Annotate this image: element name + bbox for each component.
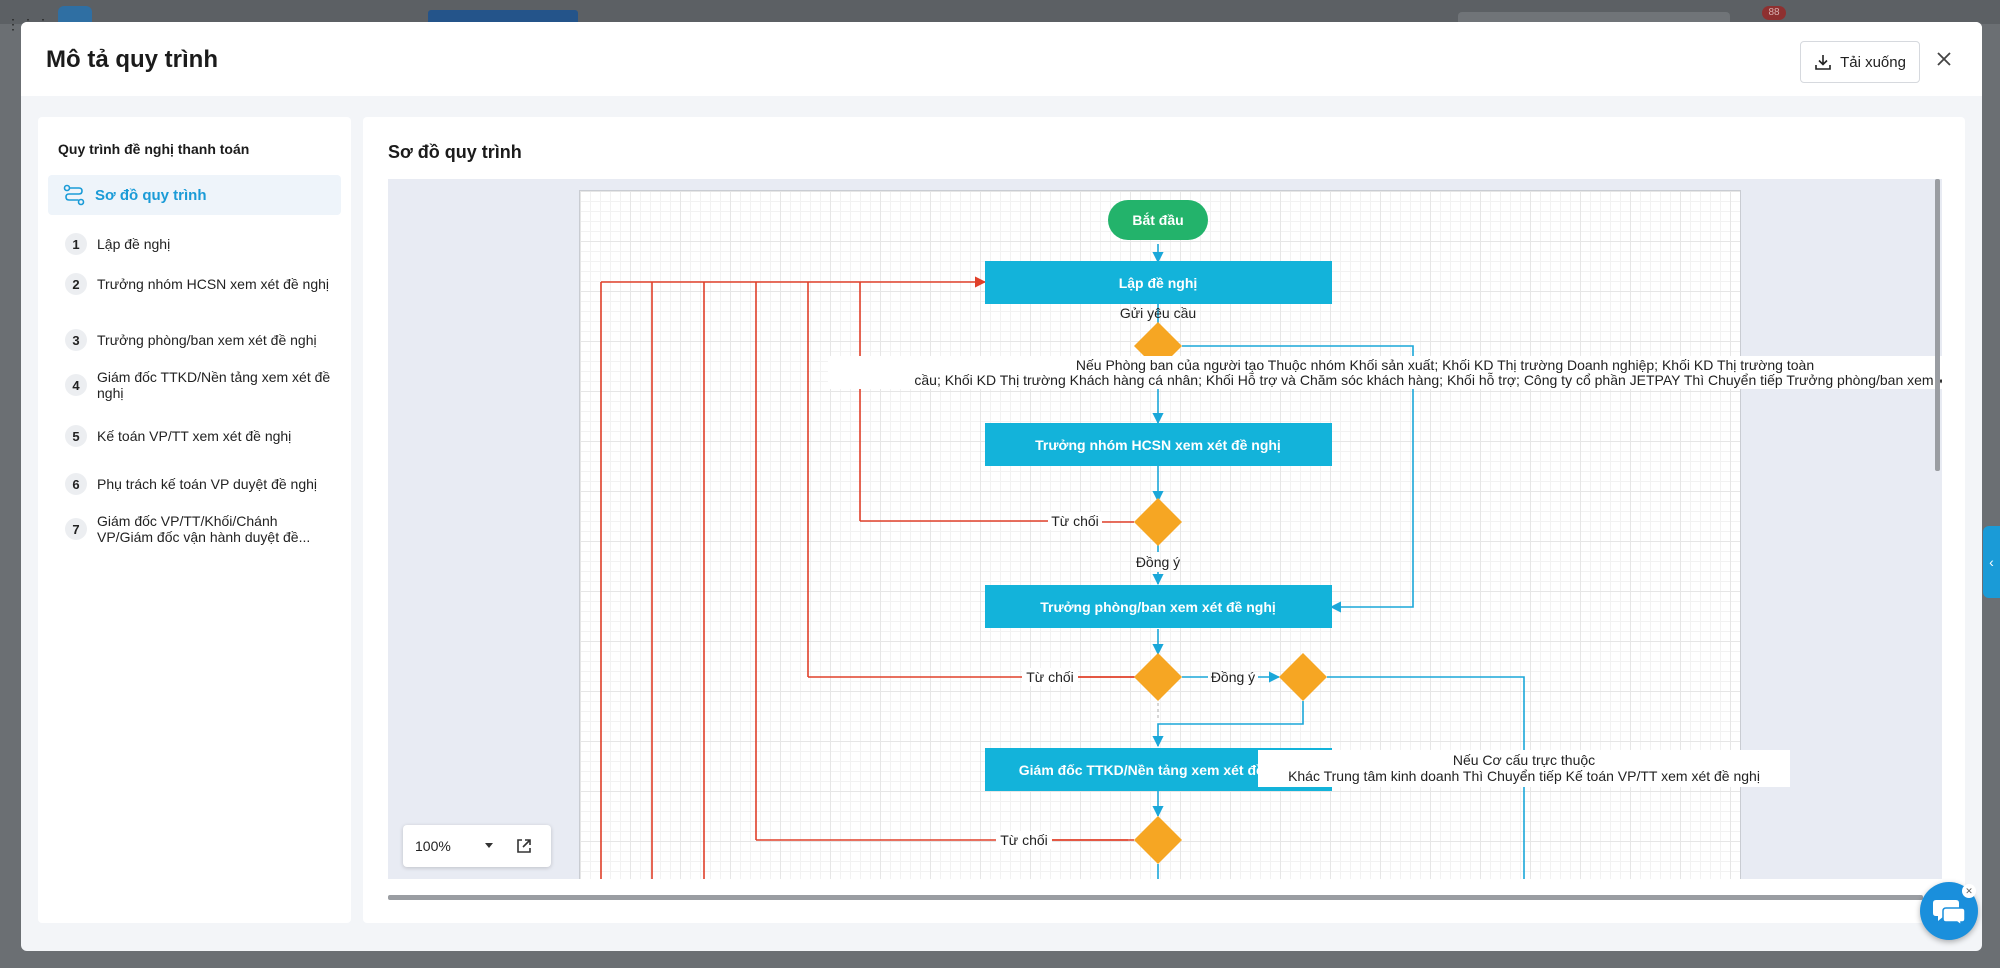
diagram-canvas[interactable]: Bắt đầu Lập đề nghị Gửi yêu cầu Nếu Phòn…	[388, 179, 1942, 879]
node-label: Lập đề nghị	[1119, 275, 1198, 291]
modal-title: Mô tả quy trình	[46, 46, 218, 73]
sidebar-step-2[interactable]: 2 Trưởng nhóm HCSN xem xét đề nghị	[65, 273, 335, 295]
process-description-modal: Mô tả quy trình Tải xuống Quy trình đề n…	[21, 22, 1982, 951]
vertical-scrollbar[interactable]	[1935, 179, 1940, 471]
decision-diamond[interactable]	[1279, 653, 1327, 701]
step-number: 5	[65, 425, 87, 447]
zoom-value[interactable]: 100%	[415, 838, 451, 854]
step-label: Kế toán VP/TT xem xét đề nghị	[97, 428, 292, 444]
diagram-panel: Sơ đồ quy trình Bắt đầu Lập đề nghị Gửi …	[363, 117, 1965, 923]
chevron-down-icon[interactable]	[485, 843, 493, 848]
decision-diamond[interactable]	[1134, 653, 1182, 701]
zoom-control: 100%	[403, 825, 551, 867]
step-number: 6	[65, 473, 87, 495]
process-flowchart: Bắt đầu Lập đề nghị Gửi yêu cầu Nếu Phòn…	[600, 200, 1942, 879]
sidebar-step-3[interactable]: 3 Trưởng phòng/ban xem xét đề nghị	[65, 329, 335, 351]
flow-diagram-icon	[63, 184, 85, 206]
node-label: Trưởng nhóm HCSN xem xét đề nghị	[1035, 437, 1281, 453]
download-label: Tải xuống	[1840, 53, 1906, 71]
sidebar-step-1[interactable]: 1 Lập đề nghị	[65, 233, 335, 255]
step-number: 4	[65, 374, 87, 396]
process-name: Quy trình đề nghị thanh toán	[58, 141, 250, 157]
process-steps-panel: Quy trình đề nghị thanh toán Sơ đồ quy t…	[38, 117, 351, 923]
sidebar-step-6[interactable]: 6 Phụ trách kế toán VP duyệt đề nghị	[65, 473, 335, 495]
sidebar-item-label: Sơ đồ quy trình	[95, 186, 207, 204]
decision-diamond[interactable]	[1134, 816, 1182, 864]
step-label: Giám đốc TTKD/Nền tảng xem xét đề nghị	[97, 369, 331, 401]
approve-label: Đồng ý	[1136, 554, 1180, 570]
horizontal-scrollbar[interactable]	[388, 895, 1923, 900]
open-external-icon[interactable]	[515, 837, 533, 855]
condition-2-line-2: Khác Trung tâm kinh doanh Thì Chuyển tiế…	[1288, 768, 1760, 784]
condition-1-line-1: Nếu Phòng ban của người tạo Thuộc nhóm K…	[1076, 357, 1814, 373]
notification-badge: 88	[1762, 6, 1786, 20]
start-label: Bắt đầu	[1132, 211, 1183, 228]
download-icon	[1815, 55, 1831, 70]
node-label: Giám đốc TTKD/Nền tảng xem xét đề nghị	[1019, 762, 1297, 778]
background-app-bar: ⋮⋮⋮ 88	[0, 0, 2000, 32]
close-icon[interactable]	[1933, 48, 1955, 70]
side-panel-toggle[interactable]: ‹	[1983, 526, 2000, 598]
step-number: 2	[65, 273, 87, 295]
modal-header: Mô tả quy trình Tải xuống	[21, 22, 1982, 96]
decision-diamond[interactable]	[1134, 498, 1182, 546]
step-number: 1	[65, 233, 87, 255]
reject-label: Từ chối	[1000, 832, 1048, 848]
step-number: 3	[65, 329, 87, 351]
step-label: Trưởng phòng/ban xem xét đề nghị	[97, 332, 317, 348]
diagram-title: Sơ đồ quy trình	[388, 142, 522, 162]
download-button[interactable]: Tải xuống	[1800, 41, 1920, 83]
sidebar-step-4[interactable]: 4 Giám đốc TTKD/Nền tảng xem xét đề nghị	[65, 369, 335, 401]
step-label: Lập đề nghị	[97, 236, 171, 252]
condition-2-line-1: Nếu Cơ cấu trực thuộc	[1453, 752, 1595, 768]
node-label: Trưởng phòng/ban xem xét đề nghị	[1040, 599, 1276, 615]
step-number: 7	[65, 518, 87, 540]
step-label: Phụ trách kế toán VP duyệt đề nghị	[97, 476, 318, 492]
sidebar-step-5[interactable]: 5 Kế toán VP/TT xem xét đề nghị	[65, 425, 335, 447]
chevron-left-icon: ‹	[1989, 554, 1994, 570]
close-icon[interactable]: ✕	[1962, 884, 1976, 898]
send-request-label: Gửi yêu cầu	[1120, 305, 1196, 321]
condition-1-line-2: cầu; Khối KD Thị trường Khách hàng cá nh…	[914, 372, 1942, 388]
chat-icon	[1933, 900, 1966, 926]
reject-label: Từ chối	[1051, 513, 1099, 529]
step-label: Giám đốc VP/TT/Khối/Chánh VP/Giám đốc vậ…	[97, 513, 311, 545]
sidebar-step-7[interactable]: 7 Giám đốc VP/TT/Khối/Chánh VP/Giám đốc …	[65, 513, 335, 545]
step-label: Trưởng nhóm HCSN xem xét đề nghị	[97, 276, 330, 292]
sidebar-item-diagram[interactable]: Sơ đồ quy trình	[48, 175, 341, 215]
reject-label: Từ chối	[1026, 669, 1074, 685]
approve-label: Đồng ý	[1211, 669, 1255, 685]
